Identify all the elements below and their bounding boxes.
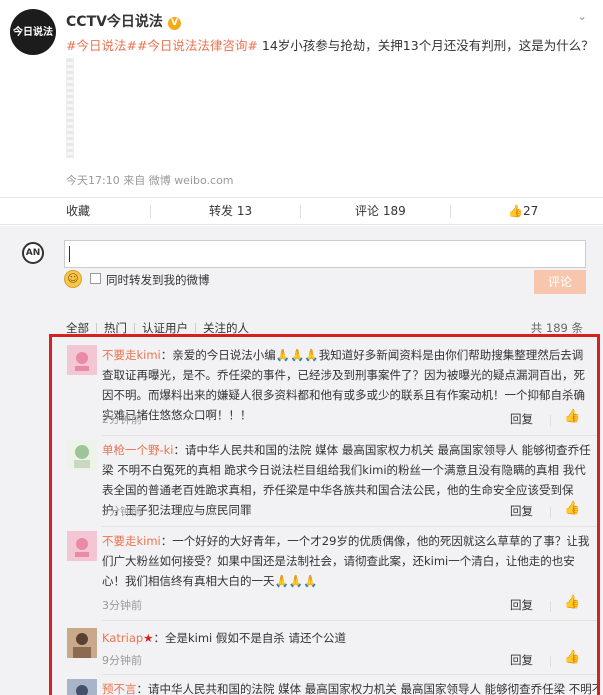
forward-checkbox[interactable] — [90, 273, 101, 284]
comment-time: 9分钟前 — [102, 654, 142, 667]
divider — [102, 620, 597, 621]
post-text: #今日说法##今日说法法律咨询# 14岁小孩参与抢劫，关押13个月还没有判刑，这… — [66, 37, 594, 54]
reply-button[interactable]: 回复 — [510, 411, 533, 427]
divider — [300, 205, 301, 218]
post-action-bar: 收藏 转发 13 评论 189 👍27 — [0, 197, 603, 225]
divider — [150, 205, 151, 218]
comment-input[interactable] — [64, 240, 586, 268]
divider — [550, 415, 551, 426]
current-user-avatar[interactable]: AN — [22, 242, 44, 264]
commenter-avatar[interactable] — [67, 440, 97, 470]
commenter-avatar[interactable] — [67, 531, 97, 561]
highlight-frame: 不要走kimi：亲爱的今日说法小编🙏🙏🙏我知道好多新闻资料是由你们帮助搜集整理然… — [49, 334, 600, 695]
favorite-button[interactable]: 收藏 — [66, 198, 90, 226]
comment-time: 2分钟前 — [102, 413, 142, 426]
like-button[interactable]: 👍27 — [508, 198, 538, 226]
comment-content: ：一个好好的大好青年，一个才29岁的优质偶像，他的死因就这么草草的了事？让我们广… — [102, 534, 590, 588]
divider — [96, 323, 97, 333]
divider — [102, 674, 597, 675]
comment-button[interactable]: 评论 189 — [355, 198, 406, 226]
comment-text: Katriap★：全是kimi 假如不是自杀 请还个公道 — [102, 628, 592, 648]
weibo-post: 今日说法 CCTV今日说法 V ⌄ #今日说法##今日说法法律咨询# 14岁小孩参… — [0, 0, 603, 200]
commenter-name[interactable]: 单枪一个野-ki — [102, 443, 174, 457]
author-avatar[interactable]: 今日说法 — [10, 9, 56, 55]
comment-text: 不要走kimi：一个好好的大好青年，一个才29岁的优质偶像，他的死因就这么草草的… — [102, 531, 592, 591]
text-caret — [69, 246, 70, 262]
reply-button[interactable]: 回复 — [510, 652, 533, 668]
comment-section: AN ☺ 同时转发到我的微博 评论 全部 热门 认证用户 关注的人 共 189 条 不… — [0, 226, 603, 695]
commenter-name[interactable]: 不要走kimi — [102, 534, 161, 548]
thumbs-up-icon: 👍 — [508, 204, 523, 218]
commenter-avatar[interactable] — [67, 345, 97, 375]
post-body: 14岁小孩参与抢劫，关押13个月还没有判刑，这是为什么？ — [261, 38, 594, 53]
reply-button[interactable]: 回复 — [510, 503, 533, 519]
comment-time: 3分钟前 — [102, 505, 142, 518]
divider — [134, 323, 135, 333]
thumbs-up-icon[interactable]: 👍 — [564, 409, 580, 424]
divider — [195, 323, 196, 333]
thumbs-up-icon[interactable]: 👍 — [564, 501, 580, 516]
author-avatar-text: 今日说法 — [13, 26, 53, 38]
submit-comment-button[interactable]: 评论 — [534, 270, 586, 294]
post-meta: 今天17:10 来自 微博 weibo.com — [66, 174, 234, 187]
author-name-text[interactable]: CCTV今日说法 — [66, 14, 163, 30]
divider — [102, 435, 597, 436]
post-image-thumbnail[interactable] — [66, 58, 74, 158]
comment-time: 3分钟前 — [102, 599, 142, 612]
comment-content: ：请中华人民共和国的法院 媒体 最高国家权力机关 最高国家领导人 能够彻查乔任梁… — [136, 682, 600, 695]
hashtag-link[interactable]: #今日说法法律咨询# — [137, 38, 258, 53]
hashtag-link[interactable]: #今日说法# — [66, 38, 137, 53]
divider — [550, 601, 551, 612]
thumbs-up-icon[interactable]: 👍 — [564, 595, 580, 610]
commenter-name[interactable]: Katriap — [102, 631, 143, 645]
divider — [102, 526, 597, 527]
vip-star-icon: ★ — [143, 631, 154, 645]
smiley-icon[interactable]: ☺ — [64, 270, 82, 288]
commenter-avatar[interactable] — [67, 628, 97, 658]
comment-text: 预不言：请中华人民共和国的法院 媒体 最高国家权力机关 最高国家领导人 能够彻查… — [102, 679, 597, 695]
divider — [550, 656, 551, 667]
verified-badge-icon: V — [167, 17, 181, 30]
commenter-name[interactable]: 不要走kimi — [102, 348, 161, 362]
divider — [450, 205, 451, 218]
commenter-name[interactable]: 预不言 — [102, 682, 137, 695]
comment-content: ：全是kimi 假如不是自杀 请还个公道 — [153, 631, 347, 645]
reply-button[interactable]: 回复 — [510, 597, 533, 613]
like-count: 27 — [522, 204, 539, 218]
commenter-avatar[interactable] — [67, 679, 97, 695]
thumbs-up-icon[interactable]: 👍 — [564, 650, 580, 665]
chevron-down-icon[interactable]: ⌄ — [575, 9, 589, 23]
author-name[interactable]: CCTV今日说法 V — [66, 11, 181, 31]
repost-button[interactable]: 转发 13 — [209, 198, 252, 226]
forward-label[interactable]: 同时转发到我的微博 — [106, 272, 210, 288]
divider — [550, 507, 551, 518]
